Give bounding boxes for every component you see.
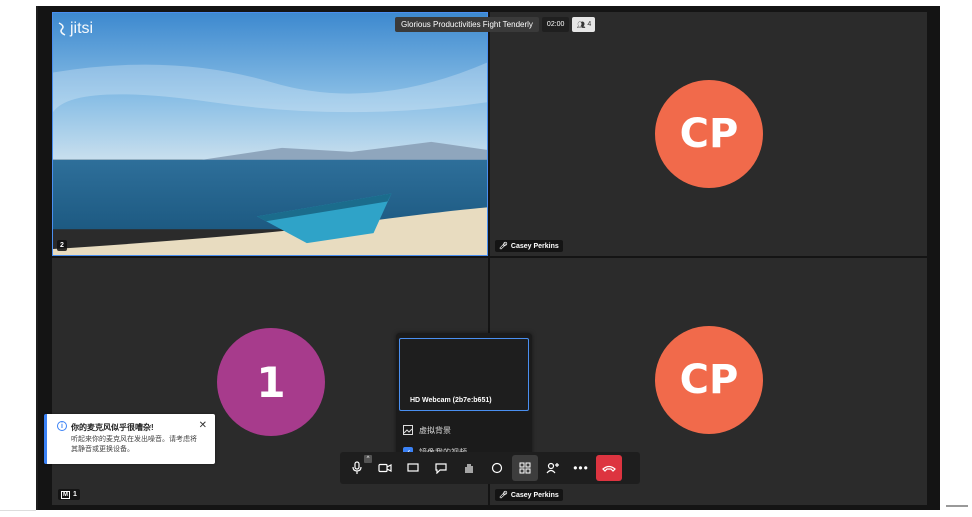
microphone-icon xyxy=(352,461,362,474)
screen-share-button[interactable] xyxy=(400,455,426,481)
mic-muted-icon: 🎤︎ xyxy=(499,492,508,499)
screen-share-icon xyxy=(407,463,419,472)
avatar: CP xyxy=(655,80,763,188)
tile-badge: M 1 xyxy=(58,489,80,500)
close-icon[interactable]: ✕ xyxy=(199,420,207,431)
chat-button[interactable] xyxy=(428,455,454,481)
participant-nametag: 🎤︎ Casey Perkins xyxy=(495,489,563,501)
invite-button[interactable] xyxy=(540,455,566,481)
noisy-mic-notification: i 你的麦克风似乎很嘈杂! 听起来你的麦克风在发出噪音。请考虑将其静音或更换设备… xyxy=(44,414,215,464)
jitsi-logo-icon xyxy=(58,22,66,36)
moderator-icon: M xyxy=(61,490,70,499)
camera-button[interactable] xyxy=(372,455,398,481)
participant-count-button[interactable]: 👥︎ 4 xyxy=(572,17,596,32)
main-toolbar: ^ ••• xyxy=(340,452,640,484)
hangup-icon xyxy=(602,465,616,472)
meeting-title: Glorious Productivities Fight Tenderly xyxy=(395,17,539,32)
image-icon xyxy=(403,425,413,435)
notification-body: 听起来你的麦克风在发出噪音。请考虑将其静音或更换设备。 xyxy=(71,436,197,453)
jitsi-logo: jitsi xyxy=(56,20,93,38)
reactions-button[interactable] xyxy=(484,455,510,481)
tile-badge: 2 xyxy=(57,240,67,251)
notification-title: 你的麦克风似乎很嘈杂! xyxy=(71,423,154,432)
video-tile-casey-top[interactable]: CP 🎤︎ Casey Perkins xyxy=(490,12,927,256)
meeting-header: Glorious Productivities Fight Tenderly 0… xyxy=(395,17,596,32)
avatar: CP xyxy=(655,326,763,434)
microphone-button[interactable]: ^ xyxy=(344,455,372,481)
raise-hand-icon xyxy=(465,464,473,473)
meeting-timer: 02:00 xyxy=(541,17,570,32)
more-icon: ••• xyxy=(573,461,589,475)
reactions-icon xyxy=(491,462,503,474)
video-tile-shared[interactable]: 2 xyxy=(52,12,488,256)
page-edge-line xyxy=(0,510,36,511)
camera-preview[interactable]: HD Webcam (2b7e:b651) xyxy=(399,338,529,411)
beach-video-frame xyxy=(53,13,487,255)
tile-view-icon xyxy=(519,462,531,474)
chat-icon xyxy=(435,463,447,474)
hangup-button[interactable] xyxy=(596,455,622,481)
invite-icon xyxy=(546,462,559,474)
participant-nametag: 🎤︎ Casey Perkins xyxy=(495,240,563,252)
avatar: 1 xyxy=(217,328,325,436)
video-settings-popup: HD Webcam (2b7e:b651) 虚拟背景 ✓ 镜像我的视频 xyxy=(396,333,532,469)
chevron-up-icon[interactable]: ^ xyxy=(364,455,372,463)
virtual-background-item[interactable]: 虚拟背景 xyxy=(403,423,451,437)
more-button[interactable]: ••• xyxy=(568,455,594,481)
page-edge-mark xyxy=(946,505,968,507)
people-icon: 👥︎ xyxy=(576,21,586,29)
mic-muted-icon: 🎤︎ xyxy=(499,243,508,250)
info-icon: i xyxy=(57,421,67,431)
camera-icon xyxy=(378,463,392,473)
tile-view-button[interactable] xyxy=(512,455,538,481)
raise-hand-button[interactable] xyxy=(456,455,482,481)
camera-label: HD Webcam (2b7e:b651) xyxy=(410,397,492,404)
